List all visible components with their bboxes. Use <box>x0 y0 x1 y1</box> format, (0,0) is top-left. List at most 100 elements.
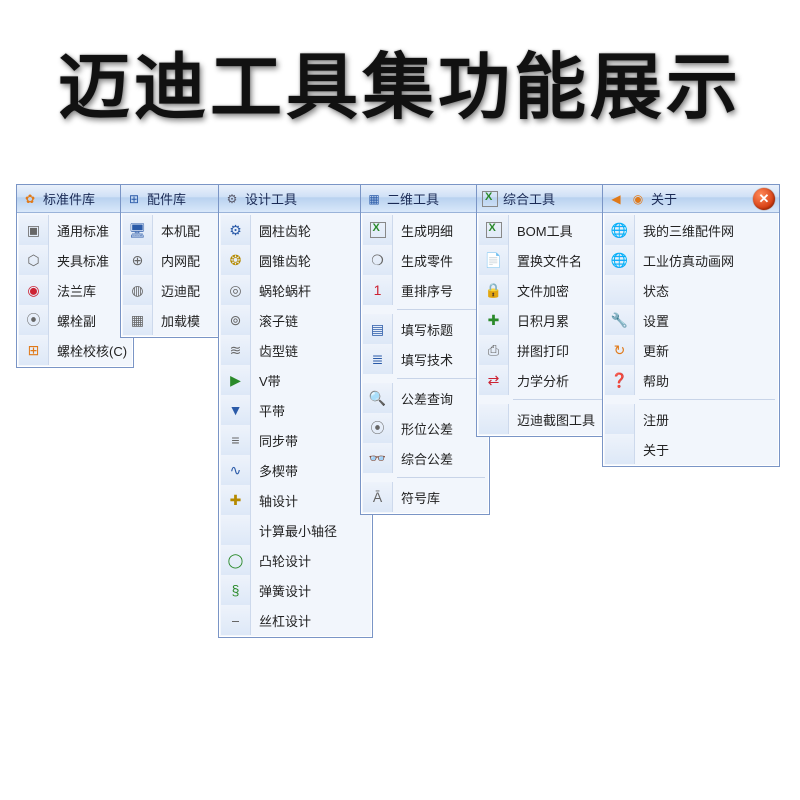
menu-item[interactable]: ⬡ 夹具标准 <box>19 245 131 275</box>
blank-icon <box>610 439 630 459</box>
menu-item[interactable]: 状态 <box>605 275 777 305</box>
menu-item[interactable]: 🌐 我的三维配件网 <box>605 215 777 245</box>
screw-icon: ⎯ <box>226 610 246 630</box>
menu-item[interactable]: 🌐工业仿真动画网 <box>605 245 777 275</box>
item-label: 蜗轮蜗杆 <box>259 281 311 300</box>
menu-item[interactable]: ✚轴设计 <box>221 485 370 515</box>
info-icon: ◉ <box>629 190 647 208</box>
close-button[interactable]: ✕ <box>753 188 775 210</box>
spring-icon: § <box>226 580 246 600</box>
menu-item[interactable]: ◎蜗轮蜗杆 <box>221 275 370 305</box>
print-icon: ⎙ <box>484 340 504 360</box>
menu-item[interactable]: ≋齿型链 <box>221 335 370 365</box>
flange-icon: ◉ <box>24 280 44 300</box>
item-label: 螺栓副 <box>57 311 96 330</box>
menu-item[interactable]: ▣通用标准 <box>19 215 131 245</box>
menu-item[interactable]: 计算最小轴径 <box>221 515 370 545</box>
menu-item[interactable]: 📄置换文件名 <box>479 245 613 275</box>
separator <box>397 378 485 379</box>
blank-icon <box>484 409 504 429</box>
menu-item[interactable]: ⦿ 螺栓副 <box>19 305 131 335</box>
menu-item[interactable]: ▼ 平带 <box>221 395 370 425</box>
refresh-icon: ↻ <box>610 340 630 360</box>
bolt-icon: ⦿ <box>24 310 44 330</box>
menu-item[interactable]: BOM工具 <box>479 215 613 245</box>
menu-item[interactable]: 👓综合公差 <box>363 443 487 473</box>
menu-item[interactable]: ▶V带 <box>221 365 370 395</box>
item-label: 内网配 <box>161 251 200 270</box>
menu-item[interactable]: ∿多楔带 <box>221 455 370 485</box>
item-label: 平带 <box>259 401 285 420</box>
menu-item[interactable]: 🖥本机配 <box>123 215 229 245</box>
menu-item[interactable]: ◍迈迪配 <box>123 275 229 305</box>
binoculars-icon: 👓 <box>368 448 388 468</box>
menu-item[interactable]: ✚日积月累 <box>479 305 613 335</box>
item-label: 我的三维配件网 <box>643 221 734 240</box>
menu-item[interactable]: ⦿形位公差 <box>363 413 487 443</box>
menu-item[interactable]: 关于 <box>605 434 777 464</box>
panel-header-design: ⚙ 设计工具 <box>219 185 372 213</box>
item-label: 状态 <box>643 281 669 300</box>
menu-item[interactable]: ≣填写技术 <box>363 344 487 374</box>
menu-item[interactable]: §弹簧设计 <box>221 575 370 605</box>
item-label: 文件加密 <box>517 281 569 300</box>
item-label: 关于 <box>643 440 669 459</box>
item-label: 齿型链 <box>259 341 298 360</box>
menu-item[interactable]: ⎯丝杠设计 <box>221 605 370 635</box>
panel-std: ✿ 标准件库 ▣通用标准 ⬡ 夹具标准 ◉ 法兰库 ⦿ 螺栓副 ⊞螺栓校核(C) <box>16 184 134 368</box>
menu-item[interactable]: ◯凸轮设计 <box>221 545 370 575</box>
item-label: 形位公差 <box>401 419 453 438</box>
panel-header-integrated: 综合工具 <box>477 185 615 213</box>
globe-icon: 🌐 <box>610 250 630 270</box>
menu-item[interactable]: ⊕内网配 <box>123 245 229 275</box>
help-icon: ❓ <box>610 370 630 390</box>
gear-icon: ✿ <box>21 190 39 208</box>
item-label: 本机配 <box>161 221 200 240</box>
item-label: 生成明细 <box>401 221 453 240</box>
panel-header-parts: ⊞ 配件库 <box>121 185 231 213</box>
wrench-icon: 🔧 <box>610 310 630 330</box>
panel-header-about: ◀ ◉ 关于 ✕ <box>603 185 779 213</box>
menu-item[interactable]: 🔍公差查询 <box>363 383 487 413</box>
menu-item[interactable]: ⊞螺栓校核(C) <box>19 335 131 365</box>
item-label: 夹具标准 <box>57 251 109 270</box>
menu-item[interactable]: 迈迪截图工具 <box>479 404 613 434</box>
mechanics-icon: ⇄ <box>484 370 504 390</box>
menu-item[interactable]: ❍生成零件 <box>363 245 487 275</box>
check-icon: ⊞ <box>24 340 44 360</box>
menu-item[interactable]: 1重排序号 <box>363 275 487 305</box>
nut-icon: ⬡ <box>24 250 44 270</box>
globe-icon: 🌐 <box>610 220 630 240</box>
cube-icon: ▣ <box>24 220 44 240</box>
menu-item[interactable]: ⚙圆柱齿轮 <box>221 215 370 245</box>
menu-item[interactable]: ⊚滚子链 <box>221 305 370 335</box>
menu-item[interactable]: ▦加载模 <box>123 305 229 335</box>
menu-item[interactable]: ❂圆锥齿轮 <box>221 245 370 275</box>
menu-item[interactable]: ↻更新 <box>605 335 777 365</box>
menu-item[interactable]: ▤填写标题 <box>363 314 487 344</box>
menu-item[interactable]: Ā符号库 <box>363 482 487 512</box>
chevron-left-icon[interactable]: ◀ <box>607 190 625 208</box>
item-label: 轴设计 <box>259 491 298 510</box>
menu-item[interactable]: 注册 <box>605 404 777 434</box>
flatbelt-icon: ▼ <box>226 400 246 420</box>
number1-icon: 1 <box>368 280 388 300</box>
calendar-icon: ✚ <box>484 310 504 330</box>
menu-item[interactable]: ❓帮助 <box>605 365 777 395</box>
menu-item[interactable]: ≡同步带 <box>221 425 370 455</box>
menu-item[interactable]: 🔒文件加密 <box>479 275 613 305</box>
header-text: 标准件库 <box>43 189 95 208</box>
menu-item[interactable]: ⇄力学分析 <box>479 365 613 395</box>
title-icon: ▤ <box>368 319 388 339</box>
gear-icon: ⚙ <box>223 190 241 208</box>
menu-item[interactable]: 生成明细 <box>363 215 487 245</box>
menu-item[interactable]: ⎙拼图打印 <box>479 335 613 365</box>
item-label: 法兰库 <box>57 281 96 300</box>
item-label: 加载模 <box>161 311 200 330</box>
menu-item[interactable]: 🔧设置 <box>605 305 777 335</box>
part-icon: ❍ <box>368 250 388 270</box>
header-text: 综合工具 <box>503 189 555 208</box>
header-text: 二维工具 <box>387 189 439 208</box>
menu-item[interactable]: ◉ 法兰库 <box>19 275 131 305</box>
header-text: 配件库 <box>147 189 186 208</box>
